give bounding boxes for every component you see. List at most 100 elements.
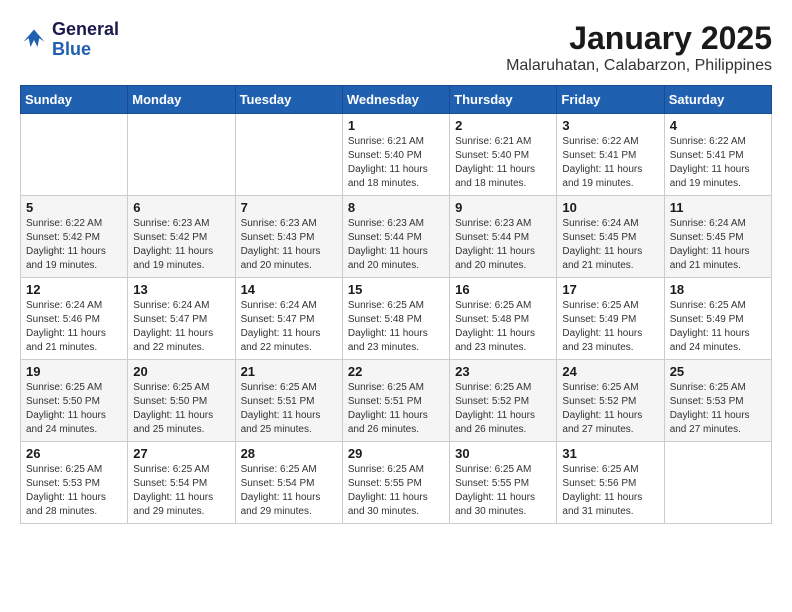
day-info: Sunrise: 6:24 AMSunset: 5:46 PMDaylight:… <box>26 299 122 355</box>
day-number: 22 <box>348 364 444 379</box>
day-info: Sunrise: 6:23 AMSunset: 5:44 PMDaylight:… <box>348 217 444 273</box>
weekday-header: Sunday <box>21 86 128 114</box>
calendar-cell: 21 Sunrise: 6:25 AMSunset: 5:51 PMDayligh… <box>235 360 342 442</box>
calendar-week-row: 12 Sunrise: 6:24 AMSunset: 5:46 PMDayligh… <box>21 278 772 360</box>
day-number: 15 <box>348 282 444 297</box>
calendar-cell: 27 Sunrise: 6:25 AMSunset: 5:54 PMDayligh… <box>128 442 235 524</box>
day-number: 23 <box>455 364 551 379</box>
day-number: 7 <box>241 200 337 215</box>
calendar-cell: 15 Sunrise: 6:25 AMSunset: 5:48 PMDayligh… <box>342 278 449 360</box>
day-number: 31 <box>562 446 658 461</box>
day-number: 2 <box>455 118 551 133</box>
calendar-cell: 3 Sunrise: 6:22 AMSunset: 5:41 PMDaylight… <box>557 114 664 196</box>
day-number: 3 <box>562 118 658 133</box>
day-number: 9 <box>455 200 551 215</box>
calendar-cell: 25 Sunrise: 6:25 AMSunset: 5:53 PMDayligh… <box>664 360 771 442</box>
day-info: Sunrise: 6:23 AMSunset: 5:43 PMDaylight:… <box>241 217 337 273</box>
calendar-cell: 24Sunrise: 6:25 AMSunset: 5:52 PMDayligh… <box>557 360 664 442</box>
day-number: 28 <box>241 446 337 461</box>
day-info: Sunrise: 6:22 AMSunset: 5:41 PMDaylight:… <box>670 135 766 191</box>
calendar-cell: 18 Sunrise: 6:25 AMSunset: 5:49 PMDayligh… <box>664 278 771 360</box>
day-number: 20 <box>133 364 229 379</box>
weekday-header: Wednesday <box>342 86 449 114</box>
day-info: Sunrise: 6:22 AMSunset: 5:41 PMDaylight:… <box>562 135 658 191</box>
weekday-header: Saturday <box>664 86 771 114</box>
calendar-cell: 6 Sunrise: 6:23 AMSunset: 5:42 PMDaylight… <box>128 196 235 278</box>
day-info: Sunrise: 6:25 AMSunset: 5:54 PMDaylight:… <box>133 463 229 519</box>
day-info: Sunrise: 6:25 AMSunset: 5:54 PMDaylight:… <box>241 463 337 519</box>
day-info: Sunrise: 6:24 AMSunset: 5:45 PMDaylight:… <box>670 217 766 273</box>
calendar-week-row: 26 Sunrise: 6:25 AMSunset: 5:53 PMDayligh… <box>21 442 772 524</box>
day-info: Sunrise: 6:25 AMSunset: 5:48 PMDaylight:… <box>455 299 551 355</box>
calendar-cell: 5Sunrise: 6:22 AMSunset: 5:42 PMDaylight… <box>21 196 128 278</box>
calendar-cell: 13Sunrise: 6:24 AMSunset: 5:47 PMDayligh… <box>128 278 235 360</box>
page-subtitle: Malaruhatan, Calabarzon, Philippines <box>506 57 772 75</box>
day-info: Sunrise: 6:25 AMSunset: 5:52 PMDaylight:… <box>455 381 551 437</box>
day-info: Sunrise: 6:24 AMSunset: 5:47 PMDaylight:… <box>133 299 229 355</box>
day-info: Sunrise: 6:23 AMSunset: 5:42 PMDaylight:… <box>133 217 229 273</box>
day-number: 26 <box>26 446 122 461</box>
day-info: Sunrise: 6:25 AMSunset: 5:53 PMDaylight:… <box>670 381 766 437</box>
calendar-cell <box>235 114 342 196</box>
calendar-cell: 19 Sunrise: 6:25 AMSunset: 5:50 PMDayligh… <box>21 360 128 442</box>
day-number: 4 <box>670 118 766 133</box>
day-info: Sunrise: 6:25 AMSunset: 5:49 PMDaylight:… <box>562 299 658 355</box>
calendar-cell <box>21 114 128 196</box>
day-info: Sunrise: 6:25 AMSunset: 5:51 PMDaylight:… <box>241 381 337 437</box>
day-info: Sunrise: 6:25 AMSunset: 5:53 PMDaylight:… <box>26 463 122 519</box>
weekday-header: Tuesday <box>235 86 342 114</box>
calendar-table: SundayMondayTuesdayWednesdayThursdayFrid… <box>20 85 772 524</box>
calendar-cell: 20 Sunrise: 6:25 AMSunset: 5:50 PMDayligh… <box>128 360 235 442</box>
weekday-header: Friday <box>557 86 664 114</box>
page-title: January 2025 <box>506 20 772 57</box>
day-number: 25 <box>670 364 766 379</box>
day-number: 30 <box>455 446 551 461</box>
day-number: 19 <box>26 364 122 379</box>
day-number: 27 <box>133 446 229 461</box>
calendar-cell: 30Sunrise: 6:25 AMSunset: 5:55 PMDayligh… <box>450 442 557 524</box>
calendar-cell: 11 Sunrise: 6:24 AMSunset: 5:45 PMDayligh… <box>664 196 771 278</box>
calendar-cell: 14 Sunrise: 6:24 AMSunset: 5:47 PMDayligh… <box>235 278 342 360</box>
day-info: Sunrise: 6:25 AMSunset: 5:50 PMDaylight:… <box>26 381 122 437</box>
day-number: 1 <box>348 118 444 133</box>
day-number: 11 <box>670 200 766 215</box>
calendar-cell <box>128 114 235 196</box>
logo-text: General Blue <box>52 20 119 60</box>
day-number: 16 <box>455 282 551 297</box>
day-number: 8 <box>348 200 444 215</box>
day-info: Sunrise: 6:23 AMSunset: 5:44 PMDaylight:… <box>455 217 551 273</box>
calendar-week-row: 5Sunrise: 6:22 AMSunset: 5:42 PMDaylight… <box>21 196 772 278</box>
calendar-cell: 8 Sunrise: 6:23 AMSunset: 5:44 PMDaylight… <box>342 196 449 278</box>
calendar-week-row: 1 Sunrise: 6:21 AMSunset: 5:40 PMDaylight… <box>21 114 772 196</box>
day-info: Sunrise: 6:21 AMSunset: 5:40 PMDaylight:… <box>348 135 444 191</box>
calendar-cell: 28 Sunrise: 6:25 AMSunset: 5:54 PMDayligh… <box>235 442 342 524</box>
day-number: 21 <box>241 364 337 379</box>
day-number: 18 <box>670 282 766 297</box>
day-number: 17 <box>562 282 658 297</box>
day-info: Sunrise: 6:25 AMSunset: 5:48 PMDaylight:… <box>348 299 444 355</box>
calendar-header: SundayMondayTuesdayWednesdayThursdayFrid… <box>21 86 772 114</box>
day-info: Sunrise: 6:24 AMSunset: 5:47 PMDaylight:… <box>241 299 337 355</box>
logo: General Blue <box>20 20 119 60</box>
calendar-week-row: 19 Sunrise: 6:25 AMSunset: 5:50 PMDayligh… <box>21 360 772 442</box>
day-number: 10 <box>562 200 658 215</box>
day-info: Sunrise: 6:25 AMSunset: 5:56 PMDaylight:… <box>562 463 658 519</box>
day-number: 6 <box>133 200 229 215</box>
day-number: 12 <box>26 282 122 297</box>
day-number: 14 <box>241 282 337 297</box>
calendar-cell: 22Sunrise: 6:25 AMSunset: 5:51 PMDayligh… <box>342 360 449 442</box>
calendar-cell: 29 Sunrise: 6:25 AMSunset: 5:55 PMDayligh… <box>342 442 449 524</box>
calendar-body: 1 Sunrise: 6:21 AMSunset: 5:40 PMDaylight… <box>21 114 772 524</box>
day-info: Sunrise: 6:22 AMSunset: 5:42 PMDaylight:… <box>26 217 122 273</box>
day-number: 24 <box>562 364 658 379</box>
weekday-header: Monday <box>128 86 235 114</box>
calendar-cell: 2Sunrise: 6:21 AMSunset: 5:40 PMDaylight… <box>450 114 557 196</box>
calendar-cell: 12 Sunrise: 6:24 AMSunset: 5:46 PMDayligh… <box>21 278 128 360</box>
day-info: Sunrise: 6:25 AMSunset: 5:49 PMDaylight:… <box>670 299 766 355</box>
day-info: Sunrise: 6:25 AMSunset: 5:55 PMDaylight:… <box>348 463 444 519</box>
header: General Blue January 2025 Malaruhatan, C… <box>20 20 772 75</box>
day-info: Sunrise: 6:24 AMSunset: 5:45 PMDaylight:… <box>562 217 658 273</box>
day-number: 29 <box>348 446 444 461</box>
day-info: Sunrise: 6:25 AMSunset: 5:50 PMDaylight:… <box>133 381 229 437</box>
calendar-cell: 1 Sunrise: 6:21 AMSunset: 5:40 PMDaylight… <box>342 114 449 196</box>
